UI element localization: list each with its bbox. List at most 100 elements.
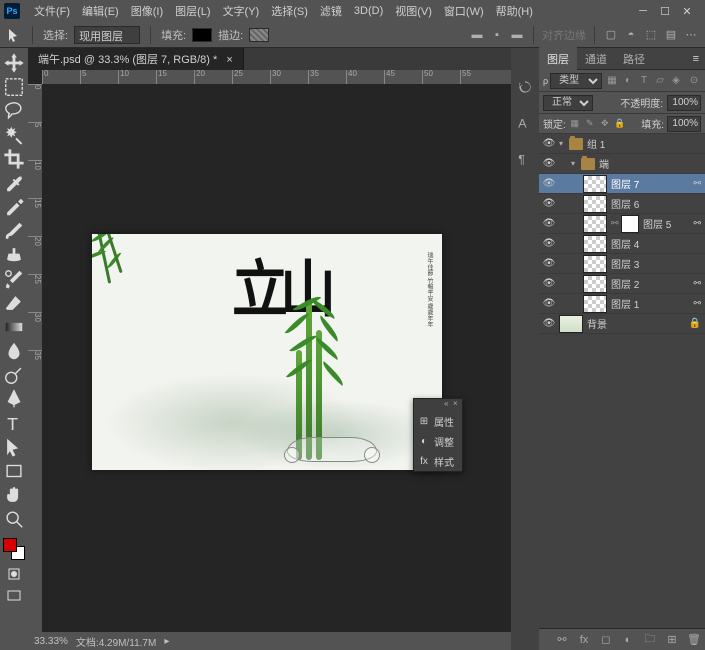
layer-row[interactable]: 👁▾组 1	[539, 134, 705, 154]
menu-type[interactable]: 文字(Y)	[217, 0, 266, 22]
canvas-viewport[interactable]: 立山 瑞午佳節 竹報平安 歲歲年年	[42, 84, 511, 632]
minimize-button[interactable]: ─	[637, 5, 649, 17]
layer-row[interactable]: 👁图层 2⚯	[539, 274, 705, 294]
lasso-tool[interactable]	[3, 100, 25, 122]
menu-window[interactable]: 窗口(W)	[438, 0, 490, 22]
visibility-toggle[interactable]: 👁	[539, 318, 559, 329]
layer-thumbnail[interactable]	[583, 215, 607, 233]
floating-properties-panel[interactable]: « × ⊞属性 ◐调整 fx样式	[413, 398, 463, 472]
lock-pixels-icon[interactable]: ✎	[584, 118, 596, 130]
history-panel-icon[interactable]	[516, 78, 534, 96]
mask-icon[interactable]: ◓	[623, 27, 639, 43]
visibility-toggle[interactable]: 👁	[539, 178, 559, 189]
menu-edit[interactable]: 编辑(E)	[76, 0, 125, 22]
visibility-toggle[interactable]: 👁	[539, 218, 559, 229]
eyedropper-tool[interactable]	[3, 172, 25, 194]
lock-all-icon[interactable]: 🔒	[614, 118, 626, 130]
magic-wand-tool[interactable]	[3, 124, 25, 146]
close-button[interactable]: ✕	[681, 5, 693, 17]
foreground-color[interactable]	[3, 538, 17, 552]
brush-tool[interactable]	[3, 220, 25, 242]
mask-thumbnail[interactable]	[621, 215, 639, 233]
delete-layer-icon[interactable]: 🗑	[687, 633, 701, 647]
menu-filter[interactable]: 滤镜	[314, 0, 348, 22]
layer-thumbnail[interactable]	[583, 275, 607, 293]
layer-row[interactable]: 👁图层 4	[539, 234, 705, 254]
panel-close-icon[interactable]: ×	[453, 401, 459, 407]
menu-select[interactable]: 选择(S)	[265, 0, 314, 22]
marquee-tool[interactable]	[3, 76, 25, 98]
3d-icon[interactable]: ⬚	[643, 27, 659, 43]
options-icon[interactable]: ⋯	[683, 27, 699, 43]
menu-view[interactable]: 视图(V)	[389, 0, 438, 22]
align-right-icon[interactable]: ▬	[509, 27, 525, 43]
menu-help[interactable]: 帮助(H)	[490, 0, 539, 22]
lock-position-icon[interactable]: ✥	[599, 118, 611, 130]
document-tab[interactable]: 端午.psd @ 33.3% (图层 7, RGB/8) * ×	[28, 48, 244, 70]
menu-layer[interactable]: 图层(L)	[169, 0, 216, 22]
panel-menu-icon[interactable]: ≡	[687, 53, 705, 65]
align-left-icon[interactable]: ▬	[469, 27, 485, 43]
layer-thumbnail[interactable]	[583, 295, 607, 313]
panel-collapse-icon[interactable]: «	[444, 401, 450, 407]
dodge-tool[interactable]	[3, 364, 25, 386]
screen-mode-toggle[interactable]	[6, 588, 22, 604]
healing-brush-tool[interactable]	[3, 196, 25, 218]
layers-tab[interactable]: 图层	[539, 47, 577, 71]
layer-row[interactable]: 👁图层 6	[539, 194, 705, 214]
color-swatches[interactable]	[3, 538, 25, 560]
quick-mask-toggle[interactable]	[6, 566, 22, 582]
zoom-level[interactable]: 33.33%	[34, 636, 68, 647]
stroke-swatch[interactable]	[249, 28, 269, 42]
visibility-toggle[interactable]: 👁	[539, 198, 559, 209]
menu-image[interactable]: 图像(I)	[125, 0, 169, 22]
layer-row[interactable]: 👁图层 3	[539, 254, 705, 274]
zoom-tool[interactable]	[3, 508, 25, 530]
layer-style-icon[interactable]: fx	[577, 633, 591, 647]
move-tool[interactable]	[3, 52, 25, 74]
fill-swatch[interactable]	[192, 28, 212, 42]
pen-tool[interactable]	[3, 388, 25, 410]
maximize-button[interactable]: ☐	[659, 5, 671, 17]
blend-mode-dropdown[interactable]: 正常	[543, 95, 593, 111]
adjustments-panel-item[interactable]: ◐调整	[414, 431, 462, 451]
layer-mask-icon[interactable]: ◻	[599, 633, 613, 647]
filter-pixel-icon[interactable]: ▦	[605, 74, 619, 88]
geometry-icon[interactable]: ▢	[603, 27, 619, 43]
arrange-icon[interactable]: ▤	[663, 27, 679, 43]
layer-thumbnail[interactable]	[583, 255, 607, 273]
visibility-toggle[interactable]: 👁	[539, 158, 559, 169]
opacity-input[interactable]	[667, 95, 701, 111]
layer-thumbnail[interactable]	[583, 235, 607, 253]
lock-transparency-icon[interactable]: ▦	[569, 118, 581, 130]
mask-link-icon[interactable]: ⚯	[611, 218, 621, 229]
tab-close-icon[interactable]: ×	[226, 54, 232, 66]
layer-row[interactable]: 👁图层 7⚯	[539, 174, 705, 194]
hand-tool[interactable]	[3, 484, 25, 506]
visibility-toggle[interactable]: 👁	[539, 258, 559, 269]
gradient-tool[interactable]	[3, 316, 25, 338]
properties-panel-item[interactable]: ⊞属性	[414, 411, 462, 431]
layer-row[interactable]: 👁⚯图层 5⚯	[539, 214, 705, 234]
expand-arrow-icon[interactable]: ▾	[559, 139, 569, 148]
selection-dropdown[interactable]: 现用图层	[74, 26, 140, 44]
path-selection-tool[interactable]	[3, 436, 25, 458]
character-panel-icon[interactable]: A	[516, 114, 534, 132]
layer-thumbnail[interactable]	[583, 195, 607, 213]
rectangle-tool[interactable]	[3, 460, 25, 482]
menu-file[interactable]: 文件(F)	[28, 0, 76, 22]
filter-type-icon[interactable]: T	[637, 74, 651, 88]
filter-type-dropdown[interactable]: 类型	[550, 73, 602, 89]
history-brush-tool[interactable]	[3, 268, 25, 290]
filter-toggle[interactable]: ⊙	[687, 74, 701, 88]
visibility-toggle[interactable]: 👁	[539, 138, 559, 149]
layer-row[interactable]: 👁▾端	[539, 154, 705, 174]
status-chevron-icon[interactable]: ▸	[164, 636, 169, 647]
clone-stamp-tool[interactable]	[3, 244, 25, 266]
layer-row[interactable]: 👁图层 1⚯	[539, 294, 705, 314]
visibility-toggle[interactable]: 👁	[539, 238, 559, 249]
align-center-icon[interactable]: ▪	[489, 27, 505, 43]
expand-arrow-icon[interactable]: ▾	[571, 159, 581, 168]
new-group-icon[interactable]: 🗀	[643, 633, 657, 647]
crop-tool[interactable]	[3, 148, 25, 170]
